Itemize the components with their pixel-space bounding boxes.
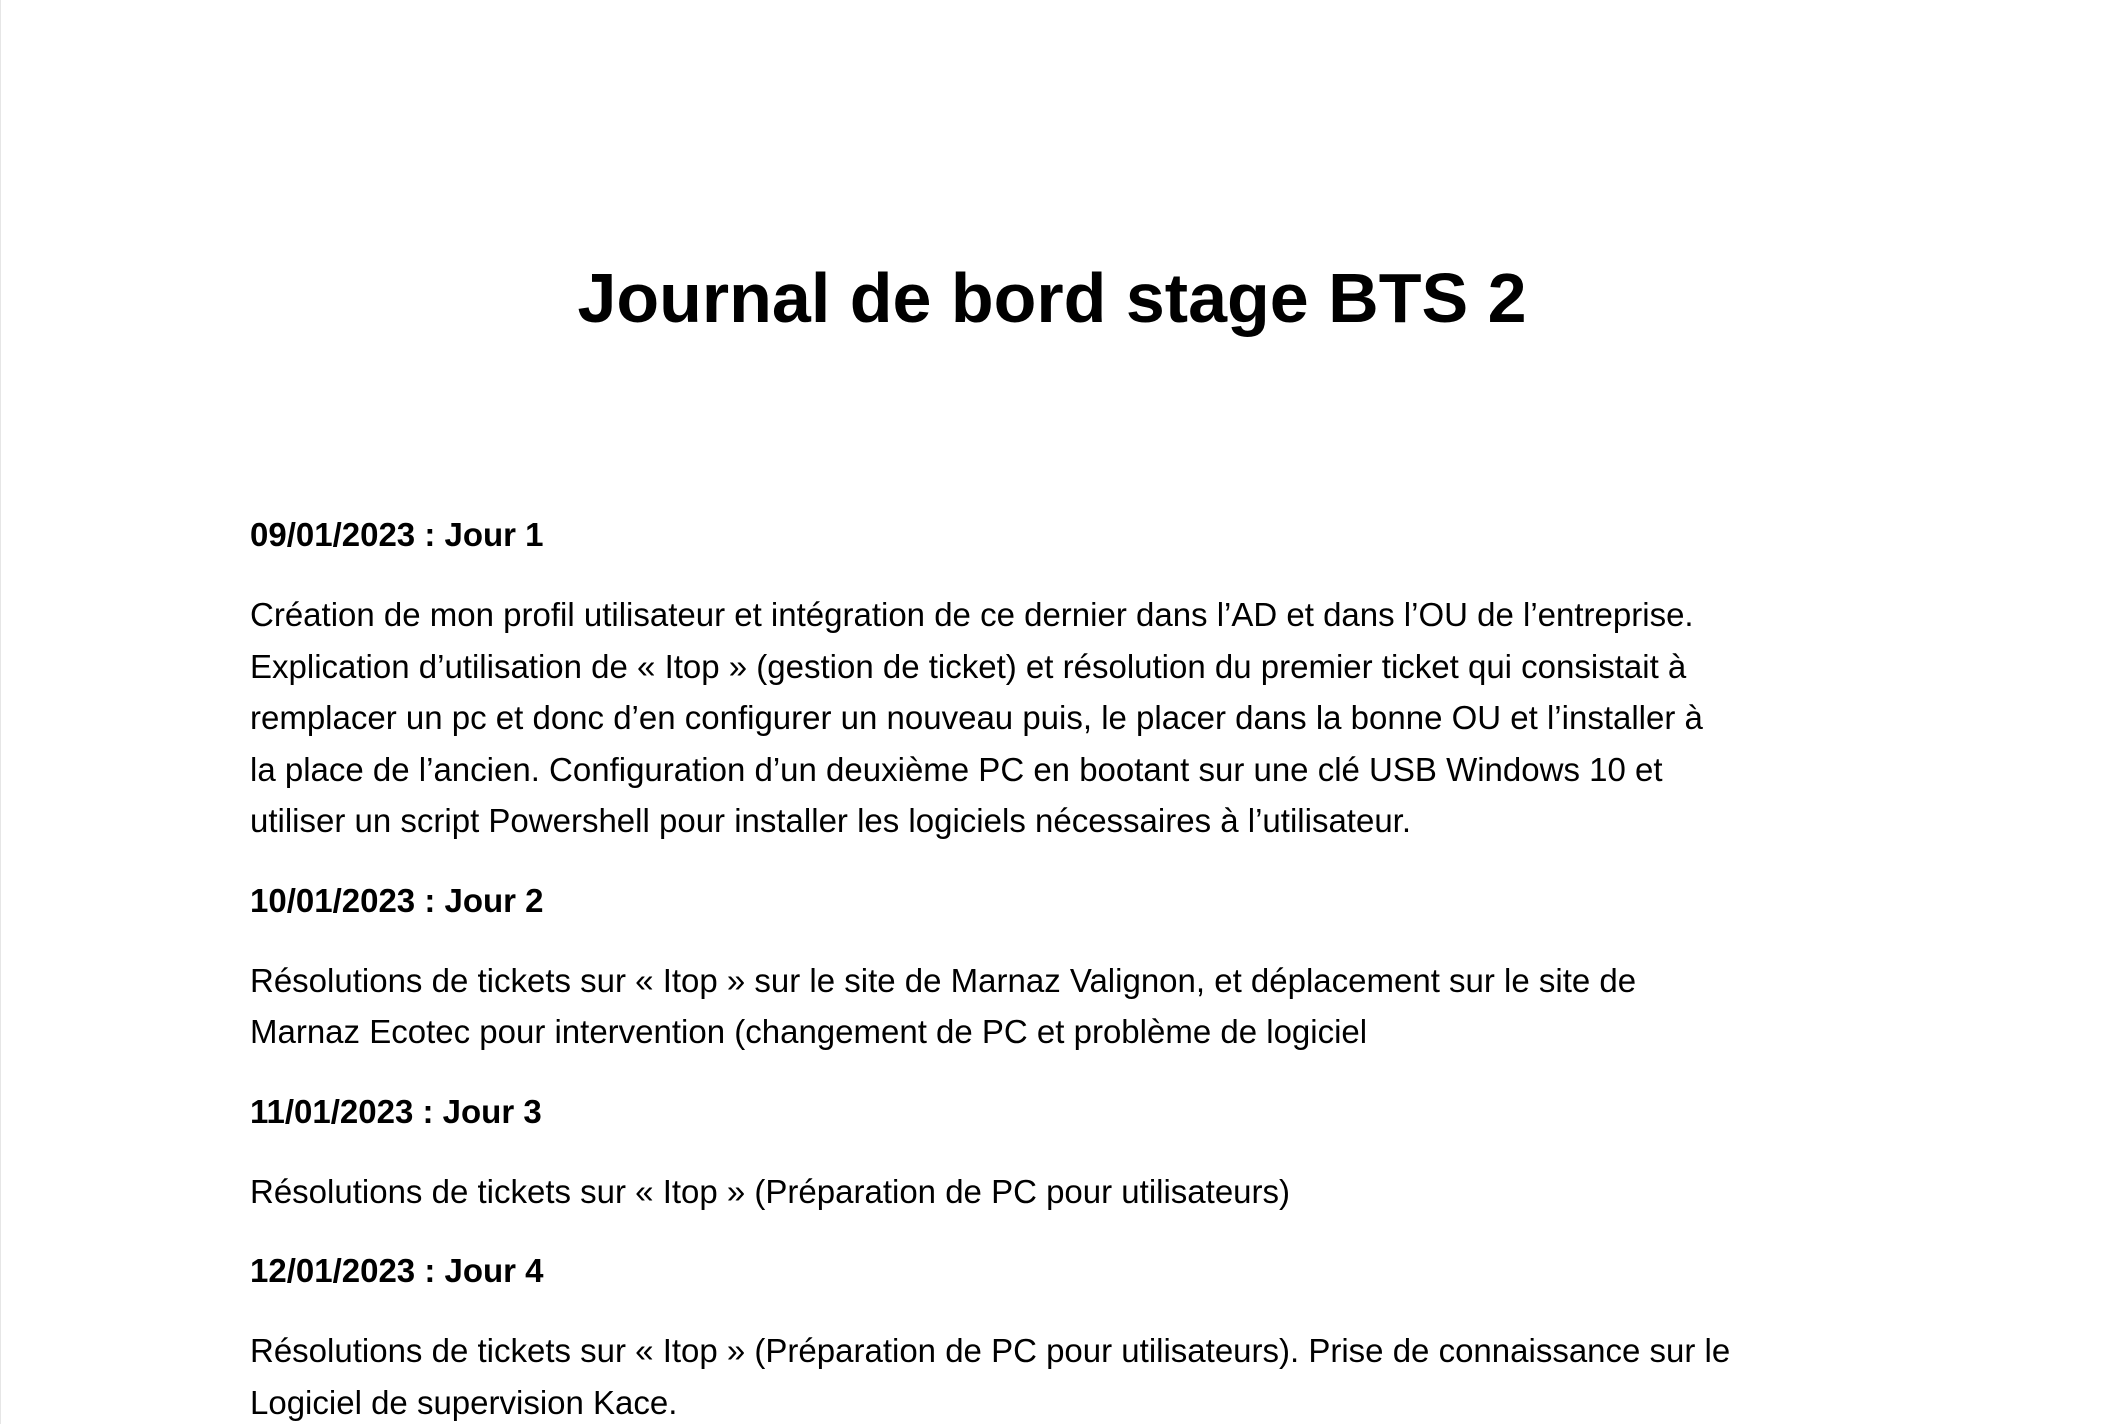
entry-date: 09/01/2023 : Jour 1 [250,516,544,553]
entry-line: Résolutions de tickets sur « Itop » sur … [250,961,1637,999]
entry-text: Résolutions de tickets sur « Itop » (Pré… [250,1325,1870,1424]
entry-line: Logiciel de supervision Kace. [250,1383,678,1421]
journal-entry: 09/01/2023 : Jour 1 Création de mon prof… [250,509,1870,875]
entry-line: Résolutions de tickets sur « Itop » (Pré… [250,1332,1731,1369]
entry-line: Création de mon profil utilisateur et in… [250,596,1694,633]
entry-line: la place de l’ancien. Configuration d’un… [250,750,1663,788]
journal-entry: 12/01/2023 : Jour 4 Résolutions de ticke… [250,1245,1870,1424]
entry-text: Résolutions de tickets sur « Itop » (Pré… [250,1166,1870,1218]
entry-line: Explication d’utilisation de « Itop » (g… [250,647,1687,685]
document-title: Journal de bord stage BTS 2 [577,259,1527,337]
entry-date: 12/01/2023 : Jour 4 [250,1252,544,1289]
entry-line: Résolutions de tickets sur « Itop » (Pré… [250,1172,1291,1210]
entry-line: remplacer un pc et donc d’en configurer … [250,699,1703,736]
journal-content: 09/01/2023 : Jour 1 Création de mon prof… [250,509,1870,1424]
entry-date: 10/01/2023 : Jour 2 [250,881,544,919]
entry-line: utiliser un script Powershell pour insta… [250,802,1412,839]
entry-text: Résolutions de tickets sur « Itop » sur … [250,955,1870,1058]
entry-line: Marnaz Ecotec pour intervention (changem… [250,1013,1368,1050]
entry-text: Création de mon profil utilisateur et in… [250,589,1870,847]
journal-entry: 11/01/2023 : Jour 3 Résolutions de ticke… [250,1086,1870,1246]
entry-date: 11/01/2023 : Jour 3 [250,1092,542,1130]
document-page: Journal de bord stage BTS 2 09/01/2023 :… [0,0,2102,1424]
journal-entry: 10/01/2023 : Jour 2 Résolutions de ticke… [250,875,1870,1086]
